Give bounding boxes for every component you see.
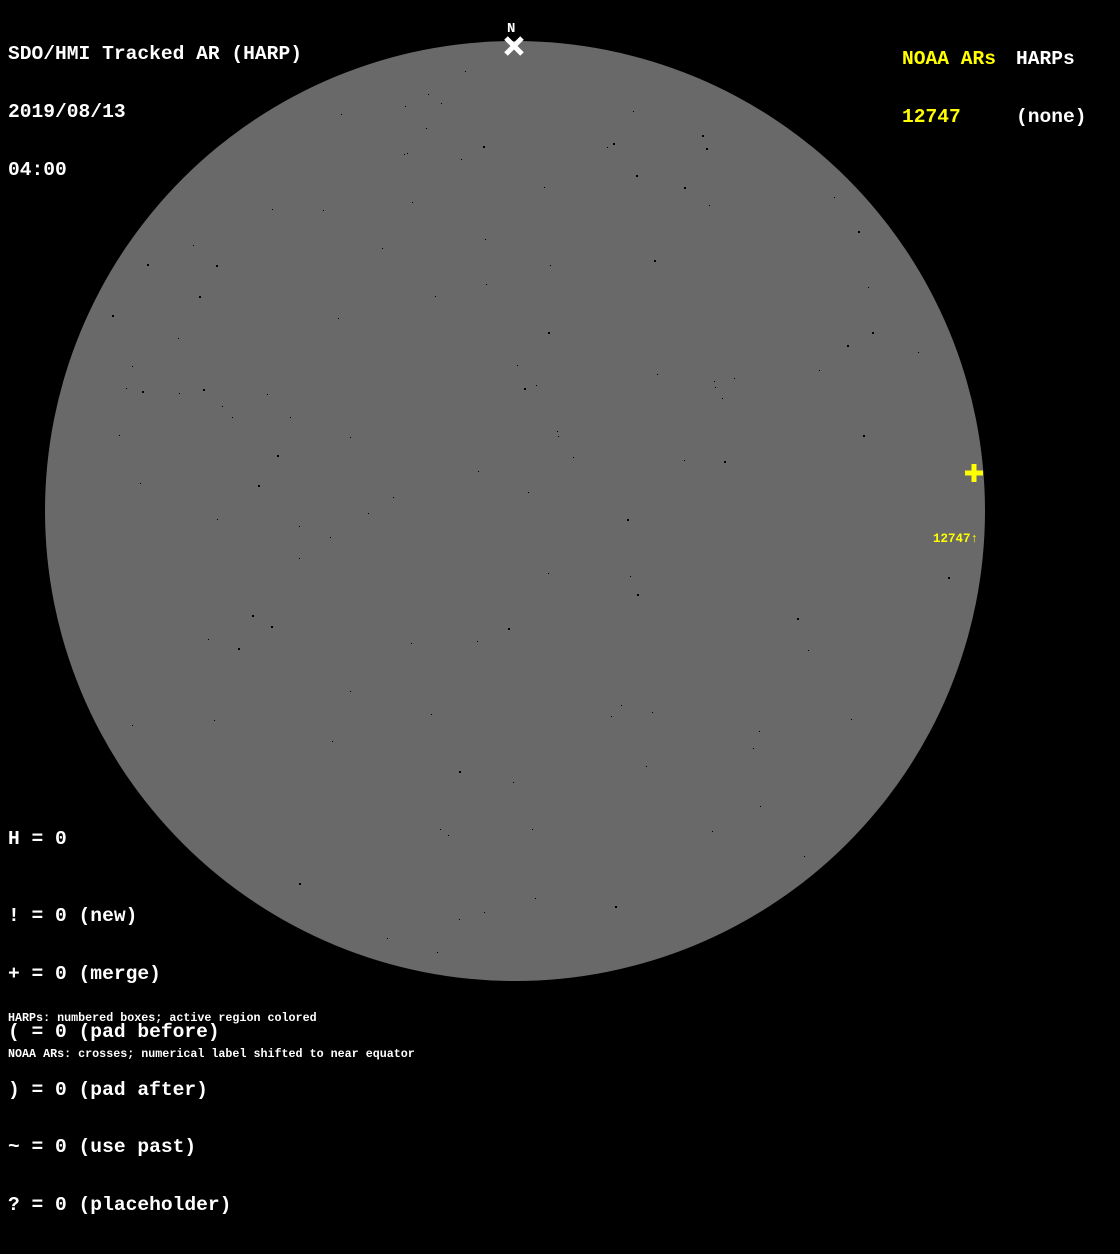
legend-line-placeholder: ? = 0 (placeholder) bbox=[8, 1196, 231, 1215]
page-title: SDO/HMI Tracked AR (HARP) bbox=[8, 45, 302, 64]
footer-noaa-note: NOAA ARs: crosses; numerical label shift… bbox=[8, 1049, 415, 1061]
solar-disk-view: SDO/HMI Tracked AR (HARP) 2019/08/13 04:… bbox=[0, 0, 1120, 1024]
legend-harp-count: H = 0 bbox=[8, 830, 67, 849]
legend-line-use-past: ~ = 0 (use past) bbox=[8, 1138, 231, 1157]
legend-line-new: ! = 0 (new) bbox=[8, 907, 231, 926]
noaa-ar-number-label: 12747↑ bbox=[933, 533, 978, 546]
harps-value: (none) bbox=[1016, 108, 1087, 127]
noaa-ars-column: NOAA ARs 12747 bbox=[902, 12, 996, 166]
harps-header: HARPs bbox=[1016, 50, 1087, 69]
footer-notes: HARPs: numbered boxes; active region col… bbox=[8, 990, 415, 1084]
date-label: 2019/08/13 bbox=[8, 103, 302, 122]
harps-column: HARPs (none) bbox=[1016, 12, 1087, 166]
title-block: SDO/HMI Tracked AR (HARP) 2019/08/13 04:… bbox=[8, 7, 302, 218]
time-label: 04:00 bbox=[8, 161, 302, 180]
legend-line-merge: + = 0 (merge) bbox=[8, 965, 231, 984]
noaa-ars-value: 12747 bbox=[902, 108, 996, 127]
footer-harps-note: HARPs: numbered boxes; active region col… bbox=[8, 1013, 415, 1025]
north-label: N bbox=[507, 22, 515, 36]
noaa-ars-header: NOAA ARs bbox=[902, 50, 996, 69]
